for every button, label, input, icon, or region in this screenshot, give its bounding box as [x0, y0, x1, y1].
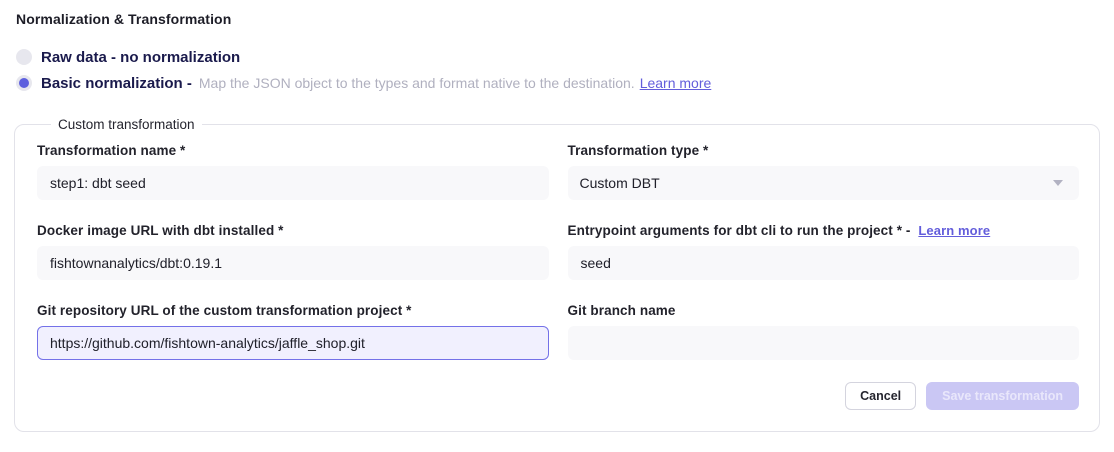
field-transformation-type: Transformation type * Custom DBT	[568, 143, 1080, 200]
field-git-repository-url: Git repository URL of the custom transfo…	[37, 303, 549, 360]
cancel-button[interactable]: Cancel	[845, 382, 916, 410]
entrypoint-arguments-label: Entrypoint arguments for dbt cli to run …	[568, 223, 1080, 238]
entrypoint-learn-more-link[interactable]: Learn more	[918, 223, 990, 238]
docker-image-input[interactable]	[37, 246, 549, 280]
radio-selected-icon[interactable]	[16, 75, 32, 91]
git-repository-url-input[interactable]	[37, 326, 549, 360]
git-branch-name-label: Git branch name	[568, 303, 1080, 318]
page-title: Normalization & Transformation	[16, 11, 1100, 27]
transformation-type-selected-value: Custom DBT	[580, 175, 660, 191]
field-docker-image: Docker image URL with dbt installed *	[37, 223, 549, 280]
radio-unselected-icon[interactable]	[16, 49, 32, 65]
basic-normalization-learn-more-link[interactable]: Learn more	[640, 75, 712, 91]
basic-normalization-description: Map the JSON object to the types and for…	[199, 75, 635, 91]
git-branch-name-input[interactable]	[568, 326, 1080, 360]
radio-option-raw-data[interactable]: Raw data - no normalization	[16, 44, 1100, 70]
field-entrypoint-arguments: Entrypoint arguments for dbt cli to run …	[568, 223, 1080, 280]
radio-option-basic-normalization-label: Basic normalization -	[41, 75, 192, 92]
transformation-name-label: Transformation name *	[37, 143, 549, 158]
transformation-type-select[interactable]: Custom DBT	[568, 166, 1080, 200]
transformation-type-label: Transformation type *	[568, 143, 1080, 158]
radio-option-basic-normalization[interactable]: Basic normalization - Map the JSON objec…	[16, 70, 1100, 96]
radio-option-raw-data-label: Raw data - no normalization	[41, 49, 240, 66]
normalization-radio-group: Raw data - no normalization Basic normal…	[16, 44, 1100, 96]
transformation-name-input[interactable]	[37, 166, 549, 200]
field-transformation-name: Transformation name *	[37, 143, 549, 200]
entrypoint-arguments-input[interactable]	[568, 246, 1080, 280]
git-repository-url-label: Git repository URL of the custom transfo…	[37, 303, 549, 318]
save-transformation-button[interactable]: Save transformation	[926, 382, 1079, 410]
custom-transformation-form: Transformation name * Transformation typ…	[37, 143, 1079, 360]
custom-transformation-fieldset: Custom transformation Transformation nam…	[14, 117, 1100, 432]
custom-transformation-legend: Custom transformation	[51, 117, 202, 132]
normalization-settings-page: Normalization & Transformation Raw data …	[0, 0, 1114, 432]
entrypoint-arguments-label-text: Entrypoint arguments for dbt cli to run …	[568, 223, 911, 238]
form-actions: Cancel Save transformation	[37, 382, 1079, 410]
chevron-down-icon	[1053, 180, 1063, 186]
field-git-branch-name: Git branch name	[568, 303, 1080, 360]
docker-image-label: Docker image URL with dbt installed *	[37, 223, 549, 238]
